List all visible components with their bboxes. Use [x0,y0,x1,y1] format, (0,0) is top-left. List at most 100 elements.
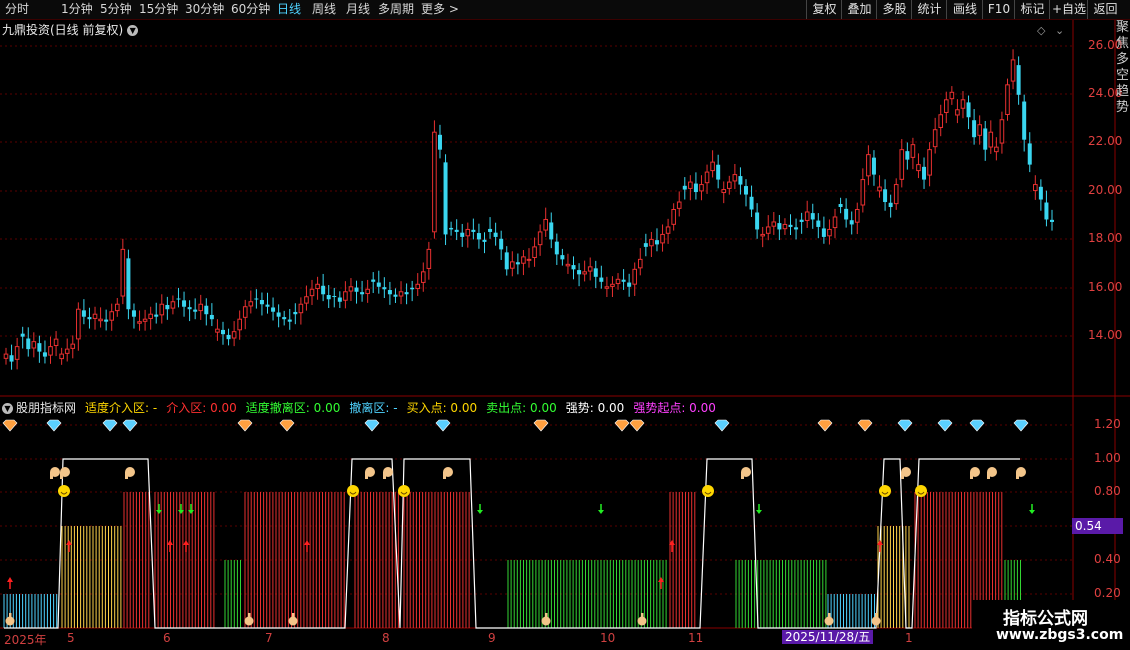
crosshair-date: 2025/11/28/五 [782,630,874,644]
candle-body [604,286,610,289]
candle-body [254,298,259,300]
candle-body [899,149,905,180]
candle-body [354,287,359,292]
candle-body [304,296,309,304]
candle-body [42,352,47,357]
hand-finger [901,472,904,479]
candle-body [449,227,454,230]
candle-body [271,307,276,312]
candle-body [504,252,509,270]
candle-body [499,238,504,250]
candle-body [721,189,727,194]
date-tick: 7 [265,631,273,645]
candle-body [515,262,520,265]
candle-body [231,331,237,339]
smiley-icon [879,485,891,497]
indicator-tick: 1.20 [1094,417,1121,431]
diamond-icon[interactable]: ◇ [1037,24,1046,37]
date-tick: 10 [600,631,616,645]
candle-body [821,228,826,237]
kline-chart[interactable]: ◇ ⌄ [0,0,1130,650]
candle-body [248,301,254,307]
candle-body [226,334,231,340]
chevron-down-icon[interactable]: ▼ [2,403,13,414]
finger-tip [292,613,295,619]
candle-body [765,226,771,234]
sell-arrow-head [598,510,604,514]
candle-body [142,318,148,322]
candle-body [293,311,298,315]
date-tick: 6 [163,631,171,645]
candle-body [37,343,42,352]
candle-body [76,308,81,340]
candle-body [148,313,153,319]
candle-body [587,266,593,272]
candle-body [64,348,70,354]
hand-finger [987,472,990,479]
candle-body [265,304,270,307]
chevron-down-icon[interactable]: ⌄ [1055,24,1064,37]
candle-body [699,184,704,192]
candle-body [905,151,910,160]
candle-body [893,184,899,205]
sell-arrow-head [1029,510,1035,514]
candle-body [170,301,176,309]
candle-body [871,157,876,175]
candle-body [794,227,799,230]
candle-body [910,144,916,158]
candle-body [688,181,693,189]
candle-body [532,246,537,258]
candle-body [943,99,949,114]
indicator-legend-item: 强势起点: 0.00 [633,401,716,415]
candle-body [593,268,598,277]
candle-body [9,355,14,362]
indicator-legend-item: 强势: 0.00 [565,401,625,415]
strength-line [4,458,1020,629]
candle-body [771,221,777,227]
hand-finger [443,472,446,479]
finger-tip [828,613,831,619]
candle-body [749,196,754,210]
candle-body [810,213,815,220]
candle-body [938,114,944,128]
candle-body [48,346,53,356]
candle-body [476,233,481,240]
candle-body [671,208,676,225]
candle-body [1038,186,1043,200]
finger-tip [545,613,548,619]
candle-body [804,211,810,221]
candle-body [932,129,938,148]
candle-body [393,294,398,297]
candle-body [87,317,92,320]
candle-body [510,261,515,269]
candle-body [983,128,988,150]
diamond-gem-icon [897,419,913,432]
candle-body [849,220,854,225]
price-tick: 18.00 [1088,231,1123,245]
candle-body [387,290,392,295]
diamond-gem-icon [533,419,549,432]
date-tick: 2025年 [4,633,47,647]
price-tick: 14.00 [1088,328,1123,342]
candle-body [432,131,437,233]
candle-body [465,228,471,237]
candle-body [738,176,743,185]
candle-body [1044,202,1049,220]
candle-body [927,149,932,176]
diamond-gem-icon [1013,419,1029,432]
diamond-gem-icon [237,419,253,432]
watermark-title: 指标公式网 [1003,609,1088,629]
candle-body [259,300,264,305]
candle-body [643,243,648,247]
candle-body [877,186,882,192]
candle-body [1010,59,1016,82]
candle-body [860,179,866,206]
diamond-gem-icon [2,419,18,432]
candle-body [137,321,142,324]
candle-body [816,220,821,227]
date-tick: 9 [488,631,496,645]
candle-body [682,185,687,190]
candle-body [844,208,849,220]
candle-body [577,270,582,275]
candle-body [198,303,204,312]
